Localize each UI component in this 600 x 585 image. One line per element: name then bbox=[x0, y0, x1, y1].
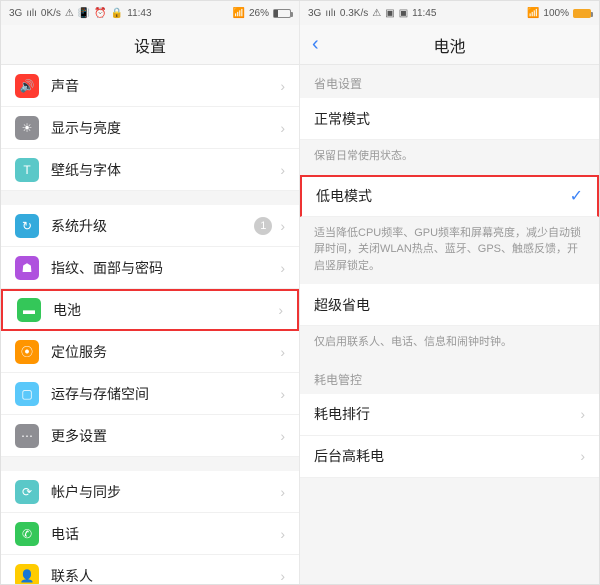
chevron-right-icon: › bbox=[580, 448, 585, 464]
battery-panel: 3G ıılı 0.3K/s ⚠ ▣ ▣ 11:45 📶 100% ‹ 电池 省… bbox=[300, 1, 599, 584]
item-label: 系统升级 bbox=[51, 216, 254, 236]
lock-icon: 🔒 bbox=[111, 8, 123, 19]
wifi-icon: 📶 bbox=[233, 8, 245, 19]
settings-item-phone[interactable]: ✆ 电话› bbox=[1, 513, 299, 555]
item-label: 正常模式 bbox=[314, 109, 585, 129]
chevron-right-icon: › bbox=[580, 406, 585, 422]
storage-icon: ▢ bbox=[15, 382, 39, 406]
badge: 1 bbox=[254, 217, 272, 235]
phone-icon: ✆ bbox=[15, 522, 39, 546]
battery-item-background-power[interactable]: 后台高耗电› bbox=[300, 436, 599, 478]
header-right: ‹ 电池 bbox=[300, 25, 599, 65]
item-label: 显示与亮度 bbox=[51, 118, 280, 138]
chevron-right-icon: › bbox=[280, 260, 285, 276]
system-upgrade-icon: ↻ bbox=[15, 214, 39, 238]
battery-percent: 100% bbox=[543, 8, 569, 19]
item-label: 电话 bbox=[51, 524, 280, 544]
warn-icon: ⚠ bbox=[65, 8, 74, 19]
chevron-right-icon: › bbox=[280, 484, 285, 500]
card-icon: ▣ bbox=[385, 8, 394, 19]
page-title: 设置 bbox=[134, 33, 166, 57]
item-label: 声音 bbox=[51, 76, 280, 96]
vibrate-icon: 📳 bbox=[78, 8, 90, 19]
page-title: 电池 bbox=[433, 33, 465, 57]
item-description: 适当降低CPU频率、GPU频率和屏幕亮度，减少自动锁屏时间，关闭WLAN热点、蓝… bbox=[300, 217, 599, 285]
item-label: 超级省电 bbox=[314, 295, 585, 315]
battery-item-power-ranking[interactable]: 耗电排行› bbox=[300, 394, 599, 436]
settings-item-sound[interactable]: 🔊 声音› bbox=[1, 65, 299, 107]
item-label: 联系人 bbox=[51, 566, 280, 585]
settings-item-location[interactable]: ⦿ 定位服务› bbox=[1, 331, 299, 373]
wifi-icon: 📶 bbox=[527, 8, 539, 19]
item-label: 低电模式 bbox=[316, 186, 570, 206]
battery-item-low-power-mode[interactable]: 低电模式✓ bbox=[300, 175, 599, 217]
warn-icon: ⚠ bbox=[372, 8, 381, 19]
speed-label: 0K/s bbox=[41, 8, 61, 19]
chevron-right-icon: › bbox=[280, 120, 285, 136]
chevron-right-icon: › bbox=[280, 218, 285, 234]
fingerprint-icon: ☗ bbox=[15, 256, 39, 280]
check-icon: ✓ bbox=[570, 186, 583, 206]
battery-icon bbox=[573, 9, 591, 18]
back-button[interactable]: ‹ bbox=[312, 33, 319, 56]
contacts-icon: 👤 bbox=[15, 564, 39, 585]
chevron-right-icon: › bbox=[280, 386, 285, 402]
location-icon: ⦿ bbox=[15, 340, 39, 364]
settings-item-fingerprint[interactable]: ☗ 指纹、面部与密码› bbox=[1, 247, 299, 289]
settings-item-system-upgrade[interactable]: ↻ 系统升级1 › bbox=[1, 205, 299, 247]
settings-item-contacts[interactable]: 👤 联系人› bbox=[1, 555, 299, 584]
chevron-right-icon: › bbox=[280, 344, 285, 360]
header-left: 设置 bbox=[1, 25, 299, 65]
net-label: 3G bbox=[308, 8, 321, 19]
more-icon: ⋯ bbox=[15, 424, 39, 448]
item-label: 耗电排行 bbox=[314, 404, 580, 424]
speed-label: 0.3K/s bbox=[340, 8, 368, 19]
signal-icon: ıılı bbox=[26, 8, 37, 19]
wallpaper-icon: T bbox=[15, 158, 39, 182]
display-icon: ☀ bbox=[15, 116, 39, 140]
item-label: 指纹、面部与密码 bbox=[51, 258, 280, 278]
item-description: 仅启用联系人、电话、信息和闹钟时钟。 bbox=[300, 326, 599, 361]
item-label: 运存与存储空间 bbox=[51, 384, 280, 404]
battery-icon bbox=[273, 9, 291, 18]
item-label: 后台高耗电 bbox=[314, 446, 580, 466]
item-label: 壁纸与字体 bbox=[51, 160, 280, 180]
item-label: 定位服务 bbox=[51, 342, 280, 362]
net-label: 3G bbox=[9, 8, 22, 19]
statusbar-right: 3G ıılı 0.3K/s ⚠ ▣ ▣ 11:45 📶 100% bbox=[300, 1, 599, 25]
section-header: 省电设置 bbox=[300, 65, 599, 98]
settings-item-display[interactable]: ☀ 显示与亮度› bbox=[1, 107, 299, 149]
chevron-right-icon: › bbox=[280, 428, 285, 444]
battery-item-super-save[interactable]: 超级省电 bbox=[300, 284, 599, 326]
settings-item-wallpaper[interactable]: T 壁纸与字体› bbox=[1, 149, 299, 191]
item-label: 帐户与同步 bbox=[51, 482, 280, 502]
item-label: 更多设置 bbox=[51, 426, 280, 446]
statusbar-left: 3G ıılı 0K/s ⚠ 📳 ⏰ 🔒 11:43 📶 26% bbox=[1, 1, 299, 25]
battery-icon: ▬ bbox=[17, 298, 41, 322]
chevron-right-icon: › bbox=[280, 568, 285, 584]
alarm-icon: ⏰ bbox=[94, 8, 106, 19]
sound-icon: 🔊 bbox=[15, 74, 39, 98]
card-icon-2: ▣ bbox=[399, 8, 408, 19]
settings-item-account[interactable]: ⟳ 帐户与同步› bbox=[1, 471, 299, 513]
chevron-right-icon: › bbox=[278, 302, 283, 318]
battery-item-normal-mode[interactable]: 正常模式 bbox=[300, 98, 599, 140]
settings-item-storage[interactable]: ▢ 运存与存储空间› bbox=[1, 373, 299, 415]
signal-icon: ıılı bbox=[325, 8, 336, 19]
item-label: 电池 bbox=[53, 300, 278, 320]
time-label: 11:45 bbox=[412, 8, 436, 19]
settings-panel: 3G ıılı 0K/s ⚠ 📳 ⏰ 🔒 11:43 📶 26% 设置 🔊声音›… bbox=[1, 1, 300, 584]
account-icon: ⟳ bbox=[15, 480, 39, 504]
settings-item-more[interactable]: ⋯ 更多设置› bbox=[1, 415, 299, 457]
chevron-right-icon: › bbox=[280, 162, 285, 178]
item-description: 保留日常使用状态。 bbox=[300, 140, 599, 175]
settings-item-battery[interactable]: ▬ 电池› bbox=[1, 289, 299, 331]
settings-list[interactable]: 🔊声音›☀显示与亮度›T壁纸与字体›↻系统升级1›☗指纹、面部与密码›▬电池›⦿… bbox=[1, 65, 299, 584]
time-label: 11:43 bbox=[127, 8, 151, 19]
battery-settings-list[interactable]: 省电设置正常模式保留日常使用状态。低电模式✓适当降低CPU频率、GPU频率和屏幕… bbox=[300, 65, 599, 584]
section-header: 耗电管控 bbox=[300, 361, 599, 394]
chevron-right-icon: › bbox=[280, 78, 285, 94]
battery-percent: 26% bbox=[249, 8, 269, 19]
chevron-right-icon: › bbox=[280, 526, 285, 542]
